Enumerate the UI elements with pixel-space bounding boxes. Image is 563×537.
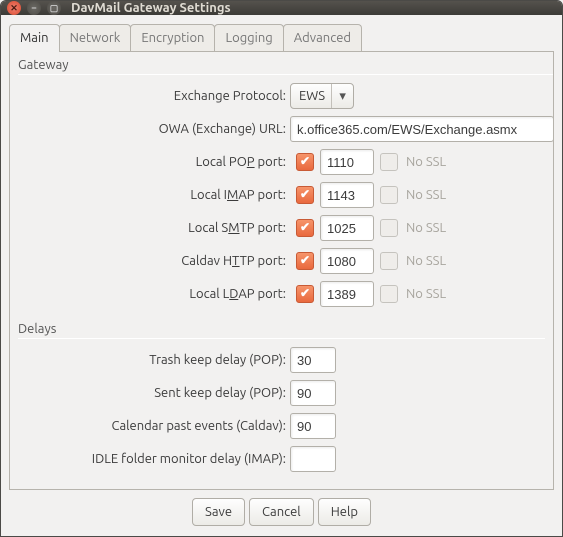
gateway-group: Gateway Exchange Protocol: EWS ▾ OWA (Ex…: [18, 52, 554, 312]
port-input[interactable]: [320, 149, 374, 175]
nossl-checkbox: [380, 153, 398, 171]
nossl-label: No SSL: [406, 188, 446, 202]
titlebar[interactable]: ✕ – ▢ DavMail Gateway Settings: [1, 1, 562, 15]
port-label: Local POP port:: [18, 155, 290, 169]
tab-advanced[interactable]: Advanced: [283, 24, 362, 51]
delays-group: Delays Trash keep delay (POP): Sent keep …: [18, 316, 545, 477]
protocol-select[interactable]: EWS ▾: [290, 83, 354, 109]
cancel-button[interactable]: Cancel: [249, 498, 314, 526]
port-input[interactable]: [320, 281, 374, 307]
port-enable-checkbox[interactable]: ✔: [296, 285, 314, 303]
nossl-checkbox: [380, 285, 398, 303]
nossl-label: No SSL: [406, 221, 446, 235]
port-label: Local SMTP port:: [18, 221, 290, 235]
port-input[interactable]: [320, 182, 374, 208]
settings-window: ✕ – ▢ DavMail Gateway Settings Main Netw…: [0, 0, 563, 537]
minimize-icon[interactable]: –: [27, 1, 41, 15]
tab-main[interactable]: Main: [9, 24, 60, 52]
delay-input[interactable]: [290, 413, 336, 439]
maximize-icon[interactable]: ▢: [47, 1, 61, 15]
nossl-checkbox: [380, 186, 398, 204]
nossl-checkbox: [380, 252, 398, 270]
protocol-value: EWS: [299, 89, 325, 103]
delay-label: Calendar past events (Caldav):: [18, 419, 290, 433]
save-button[interactable]: Save: [192, 498, 245, 526]
delay-input[interactable]: [290, 347, 336, 373]
delay-label: Trash keep delay (POP):: [18, 353, 290, 367]
window-title: DavMail Gateway Settings: [71, 1, 231, 15]
tab-bar: Main Network Encryption Logging Advanced: [9, 23, 554, 51]
delay-label: IDLE folder monitor delay (IMAP):: [18, 452, 290, 466]
tab-logging[interactable]: Logging: [214, 24, 283, 51]
gateway-legend: Gateway: [18, 52, 69, 74]
protocol-label: Exchange Protocol:: [18, 89, 290, 103]
button-bar: Save Cancel Help: [9, 490, 554, 536]
nossl-label: No SSL: [406, 287, 446, 301]
nossl-label: No SSL: [406, 254, 446, 268]
delays-legend: Delays: [18, 316, 56, 338]
port-input[interactable]: [320, 215, 374, 241]
port-label: Local IMAP port:: [18, 188, 290, 202]
port-input[interactable]: [320, 248, 374, 274]
port-enable-checkbox[interactable]: ✔: [296, 219, 314, 237]
url-input[interactable]: [290, 116, 554, 142]
port-enable-checkbox[interactable]: ✔: [296, 153, 314, 171]
port-label: Caldav HTTP port:: [18, 254, 290, 268]
nossl-checkbox: [380, 219, 398, 237]
tab-encryption[interactable]: Encryption: [130, 24, 215, 51]
port-enable-checkbox[interactable]: ✔: [296, 252, 314, 270]
port-enable-checkbox[interactable]: ✔: [296, 186, 314, 204]
tab-panel-main: Gateway Exchange Protocol: EWS ▾ OWA (Ex…: [9, 51, 554, 490]
nossl-label: No SSL: [406, 155, 446, 169]
help-button[interactable]: Help: [318, 498, 371, 526]
delay-input[interactable]: [290, 380, 336, 406]
delay-input[interactable]: [290, 446, 336, 472]
chevron-down-icon: ▾: [331, 84, 353, 108]
url-label: OWA (Exchange) URL:: [18, 122, 290, 136]
tab-network[interactable]: Network: [59, 24, 132, 51]
close-icon[interactable]: ✕: [7, 1, 21, 15]
port-label: Local LDAP port:: [18, 287, 290, 301]
delay-label: Sent keep delay (POP):: [18, 386, 290, 400]
